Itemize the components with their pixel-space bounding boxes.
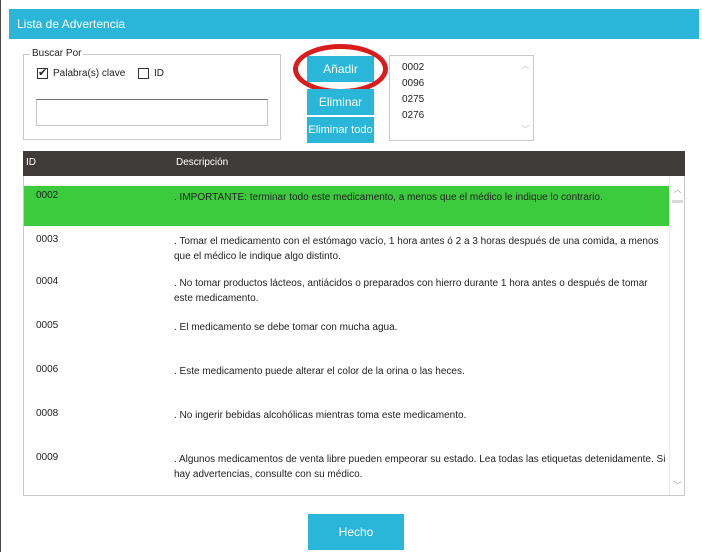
table-row[interactable]: 0004 . No tomar productos lácteos, antiá… (24, 272, 670, 316)
warnings-table: 0002 . IMPORTANTE: terminar todo este me… (23, 176, 685, 496)
check-icon: ✔ (38, 67, 48, 79)
table-row[interactable]: 0006 . Este medicamento puede alterar el… (24, 360, 670, 400)
row-id: 0006 (36, 364, 59, 375)
row-id: 0008 (36, 408, 59, 419)
search-input[interactable] (36, 99, 268, 126)
keywords-checkbox-label: Palabra(s) clave (53, 68, 126, 79)
remove-all-button[interactable]: Eliminar todo (307, 117, 374, 143)
id-checkbox-label: ID (154, 68, 164, 79)
row-description: . Este medicamento puede alterar el colo… (174, 366, 465, 377)
window-title: Lista de Advertencia (17, 17, 126, 31)
id-checkbox-box[interactable] (138, 68, 149, 79)
done-button[interactable]: Hecho (308, 514, 404, 550)
row-id: 0002 (36, 190, 59, 201)
added-ids-list[interactable]: 0002 0096 0275 0276 ︿ ﹀ (389, 55, 534, 141)
id-checkbox[interactable]: ID (138, 68, 164, 79)
title-bar: Lista de Advertencia (9, 9, 699, 39)
table-row[interactable]: 0005 . El medicamento se debe tomar con … (24, 316, 670, 356)
scrollbar-thumb[interactable] (672, 200, 683, 203)
row-description: . IMPORTANTE: terminar todo este medicam… (174, 192, 603, 203)
chevron-down-icon[interactable]: ﹀ (520, 124, 531, 135)
chevron-up-icon[interactable]: ︿ (670, 184, 684, 195)
add-button[interactable]: Añadir (307, 56, 374, 82)
chevron-up-icon[interactable]: ︿ (520, 60, 531, 71)
row-description: . No ingerir bebidas alcohólicas mientra… (174, 410, 467, 421)
column-header-description: Descripción (176, 157, 229, 168)
row-description: . Algunos medicamentos de venta libre pu… (174, 454, 666, 480)
row-id: 0003 (36, 234, 59, 245)
row-id: 0004 (36, 276, 59, 287)
window-left-border (0, 0, 1, 552)
keywords-checkbox[interactable]: ✔ Palabra(s) clave (37, 67, 126, 79)
chevron-down-icon[interactable]: ﹀ (670, 480, 684, 491)
row-description: . El medicamento se debe tomar con mucha… (174, 322, 398, 333)
table-row[interactable]: 0008 . No ingerir bebidas alcohólicas mi… (24, 404, 670, 444)
list-item[interactable]: 0275 (402, 94, 424, 105)
table-row[interactable]: 0002 . IMPORTANTE: terminar todo este me… (24, 186, 670, 226)
added-list-scrollbar[interactable]: ︿ ﹀ (520, 58, 531, 138)
table-row[interactable]: 0003 . Tomar el medicamento con el estóm… (24, 228, 670, 272)
table-header: ID Descripción (23, 151, 685, 176)
search-group-label: Buscar Por (30, 48, 84, 59)
search-by-group: Buscar Por ✔ Palabra(s) clave ID (23, 48, 281, 140)
list-item[interactable]: 0276 (402, 110, 424, 121)
row-id: 0005 (36, 320, 59, 331)
list-item[interactable]: 0002 (402, 62, 424, 73)
row-description: . No tomar productos lácteos, antiácidos… (174, 278, 648, 304)
list-item[interactable]: 0096 (402, 78, 424, 89)
table-row[interactable]: 0009 . Algunos medicamentos de venta lib… (24, 448, 670, 492)
keywords-checkbox-box[interactable]: ✔ (37, 67, 48, 79)
remove-button[interactable]: Eliminar (307, 89, 374, 115)
row-description: . Tomar el medicamento con el estómago v… (174, 236, 659, 262)
table-scrollbar[interactable]: ︿ ﹀ (669, 176, 684, 495)
row-id: 0009 (36, 452, 59, 463)
column-header-id: ID (26, 157, 36, 168)
